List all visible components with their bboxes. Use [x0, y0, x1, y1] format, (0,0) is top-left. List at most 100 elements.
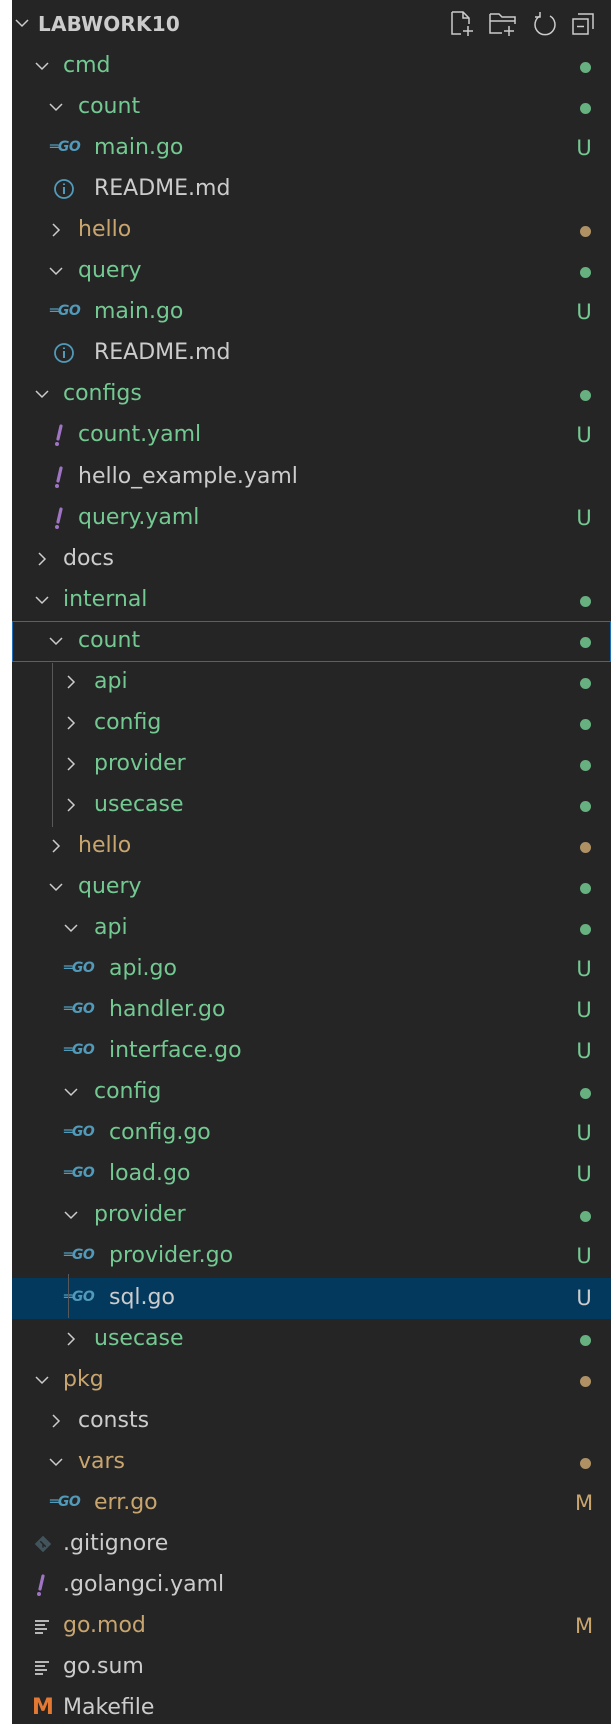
go-file-icon: ═GO: [50, 1494, 81, 1510]
tree-file-row[interactable]: count.yaml U: [12, 415, 611, 456]
chevron-down-icon[interactable]: [48, 633, 64, 649]
chevron-right-icon[interactable]: [48, 1413, 64, 1429]
tree-file-row[interactable]: ═GO provider.go U: [12, 1236, 611, 1277]
tree-folder-row[interactable]: docs: [12, 539, 611, 580]
tree-folder-row[interactable]: vars: [12, 1442, 611, 1483]
tree-file-row[interactable]: hello_example.yaml: [12, 457, 611, 498]
chevron-right-icon[interactable]: [48, 838, 64, 854]
file-name: query.yaml: [78, 505, 200, 530]
chevron-down-icon[interactable]: [48, 99, 64, 115]
yaml-exclamation-icon: [37, 1574, 45, 1596]
tree-file-row[interactable]: ═GO config.go U: [12, 1113, 611, 1154]
tree-file-row[interactable]: ═GO sql.go U: [12, 1278, 611, 1319]
tree-folder-row[interactable]: cmd: [12, 46, 611, 87]
go-file-icon: ═GO: [50, 303, 81, 319]
git-status-badge: U: [576, 300, 592, 324]
go-file-icon: ═GO: [64, 1001, 95, 1017]
refresh-icon[interactable]: [530, 10, 560, 38]
tree-folder-row[interactable]: hello: [12, 210, 611, 251]
file-name: err.go: [94, 1490, 158, 1515]
git-status-badge: U: [576, 957, 592, 981]
tree-file-row[interactable]: ═GO interface.go U: [12, 1031, 611, 1072]
tree-file-row[interactable]: ═GO api.go U: [12, 949, 611, 990]
chevron-down-icon[interactable]: [34, 386, 50, 402]
chevron-down-icon[interactable]: [48, 879, 64, 895]
makefile-icon: M: [32, 1695, 54, 1720]
folder-name: query: [78, 258, 142, 283]
chevron-down-icon[interactable]: [63, 1207, 79, 1223]
tree-folder-row[interactable]: count: [12, 87, 611, 128]
file-name: Makefile: [63, 1695, 155, 1720]
tree-folder-row[interactable]: usecase: [12, 1319, 611, 1360]
tree-folder-row[interactable]: provider: [12, 1195, 611, 1236]
folder-name: api: [94, 915, 128, 940]
tree-folder-row[interactable]: query: [12, 867, 611, 908]
new-file-icon[interactable]: [448, 10, 478, 38]
tree-folder-row[interactable]: config: [12, 703, 611, 744]
tree-file-row[interactable]: ═GO load.go U: [12, 1154, 611, 1195]
tree-file-row[interactable]: ═GO main.go U: [12, 128, 611, 169]
indent-guide: [52, 663, 53, 827]
chevron-down-icon[interactable]: [63, 1084, 79, 1100]
tree-folder-row[interactable]: query: [12, 251, 611, 292]
new-folder-icon[interactable]: [488, 10, 518, 38]
git-status-dot: [580, 390, 591, 401]
chevron-down-icon[interactable]: [48, 1454, 64, 1470]
tree-file-row[interactable]: .gitignore: [12, 1524, 611, 1565]
chevron-down-icon[interactable]: [34, 58, 50, 74]
chevron-right-icon[interactable]: [63, 674, 79, 690]
tree-file-row[interactable]: .golangci.yaml: [12, 1565, 611, 1606]
folder-name: consts: [78, 1408, 150, 1433]
folder-name: cmd: [63, 53, 111, 78]
git-status-dot: [580, 1088, 591, 1099]
tree-file-row[interactable]: ═GO handler.go U: [12, 990, 611, 1031]
tree-file-row[interactable]: ═GO main.go U: [12, 292, 611, 333]
tree-folder-row[interactable]: config: [12, 1072, 611, 1113]
git-status-badge: U: [576, 136, 592, 160]
tree-folder-row[interactable]: consts: [12, 1401, 611, 1442]
tree-folder-row[interactable]: count: [12, 621, 611, 662]
tree-file-row[interactable]: ═GO err.go M: [12, 1483, 611, 1524]
tree-folder-row[interactable]: pkg: [12, 1360, 611, 1401]
folder-name: usecase: [94, 792, 184, 817]
chevron-right-icon[interactable]: [63, 1331, 79, 1347]
tree-folder-row[interactable]: api: [12, 908, 611, 949]
chevron-down-icon[interactable]: [63, 920, 79, 936]
chevron-right-icon[interactable]: [34, 551, 50, 567]
tree-folder-row[interactable]: provider: [12, 744, 611, 785]
chevron-down-icon[interactable]: [34, 1372, 50, 1388]
go-file-icon: ═GO: [64, 1124, 95, 1140]
tree-file-row[interactable]: go.mod M: [12, 1606, 611, 1647]
file-name: main.go: [94, 135, 184, 160]
chevron-right-icon[interactable]: [63, 756, 79, 772]
git-status-badge: M: [574, 1614, 594, 1638]
tree-folder-row[interactable]: hello: [12, 826, 611, 867]
file-name: go.mod: [63, 1613, 146, 1638]
chevron-down-icon[interactable]: [14, 15, 30, 31]
tree-file-row[interactable]: README.md: [12, 333, 611, 374]
tree-file-row[interactable]: query.yaml U: [12, 498, 611, 539]
text-lines-icon: [35, 1620, 49, 1634]
tree-file-row[interactable]: M Makefile: [12, 1688, 611, 1724]
tree-folder-row[interactable]: internal: [12, 580, 611, 621]
tree-folder-row[interactable]: usecase: [12, 785, 611, 826]
git-status-badge: M: [574, 1491, 594, 1515]
git-status-dot: [580, 62, 591, 73]
git-status-dot: [580, 637, 591, 648]
chevron-down-icon[interactable]: [48, 263, 64, 279]
git-status-badge: U: [576, 1244, 592, 1268]
git-status-dot: [580, 1376, 591, 1387]
chevron-right-icon[interactable]: [63, 715, 79, 731]
file-name: .golangci.yaml: [63, 1572, 225, 1597]
tree-file-row[interactable]: README.md: [12, 169, 611, 210]
tree-folder-row[interactable]: api: [12, 662, 611, 703]
chevron-right-icon[interactable]: [63, 797, 79, 813]
tree-file-row[interactable]: go.sum: [12, 1647, 611, 1688]
collapse-all-icon[interactable]: [570, 10, 600, 38]
git-status-dot: [580, 267, 591, 278]
explorer-header[interactable]: LABWORK10: [12, 0, 611, 48]
tree-folder-row[interactable]: configs: [12, 374, 611, 415]
git-icon: [34, 1535, 52, 1553]
chevron-right-icon[interactable]: [48, 222, 64, 238]
chevron-down-icon[interactable]: [34, 592, 50, 608]
